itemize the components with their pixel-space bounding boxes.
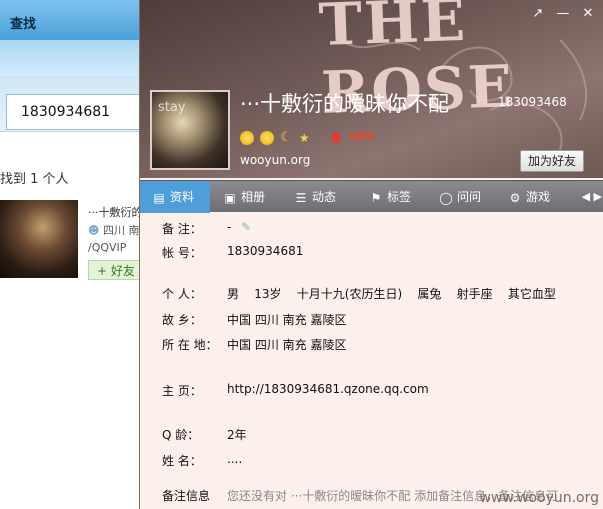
profile-signature: wooyun.org: [240, 153, 311, 167]
remark-text: -: [227, 220, 232, 234]
tab-label: 问问: [457, 190, 482, 204]
photo-album-icon: ▣: [224, 191, 236, 205]
avatar-caption: stay: [158, 100, 186, 115]
result-vip: /QQVIP: [88, 241, 127, 254]
tab-album[interactable]: ▣ 相册: [223, 181, 265, 213]
location-value: 中国 四川 南充 嘉陵区: [227, 338, 347, 352]
tab-label: 动态: [312, 190, 337, 204]
tab-feed[interactable]: ☰ 动态: [294, 181, 336, 213]
search-window-title: 查找: [10, 17, 37, 32]
tab-questions[interactable]: ◯ 问问: [439, 181, 481, 213]
user-icon: ☻: [88, 224, 100, 237]
profile-qq-number: 183093468: [498, 95, 567, 109]
profile-details: 备 注： - ✎ 帐 号： 1830934681 个 人： 男 13岁 十月十九…: [140, 212, 603, 509]
result-name[interactable]: ···十敷衍的: [88, 204, 143, 220]
field-label: 备注信息: [162, 489, 211, 503]
profile-nickname: ···十敷衍的暧昧你不配: [240, 92, 450, 116]
qage-value: 2年: [227, 428, 247, 442]
result-avatar[interactable]: [0, 200, 78, 278]
moon-icon: ☾: [280, 129, 293, 145]
profile-avatar[interactable]: stay: [150, 90, 230, 170]
tab-scroll-arrows[interactable]: ◀ ▶: [582, 190, 602, 203]
profile-card-icon: ▤: [153, 191, 165, 205]
field-label: 所 在 地：: [162, 338, 218, 352]
search-window-titlebar: 查找: [0, 0, 140, 40]
profile-tabs: ▤ 资料 ▣ 相册 ☰ 动态 ⚑ 标签 ◯ 问问 ⚙ 游戏 ◀ ▶: [140, 180, 603, 213]
add-friend-small-button[interactable]: + 好友: [88, 260, 144, 280]
level-badges[interactable]: ☾ ★ ● VIP3: [240, 127, 375, 145]
minimize-icon[interactable]: —: [553, 6, 573, 22]
qq-penguin-icon: ●: [330, 130, 342, 145]
search-area: 1830934681: [0, 76, 146, 132]
feed-icon: ☰: [295, 191, 307, 205]
search-input[interactable]: 1830934681: [6, 94, 146, 130]
personal-value: 男 13岁 十月十九(农历生日) 属兔 射手座 其它血型: [227, 287, 556, 301]
tab-profile[interactable]: ▤ 资料: [140, 181, 210, 213]
tab-label: 相册: [241, 190, 266, 204]
add-friend-button[interactable]: 加为好友: [520, 150, 584, 172]
question-icon: ◯: [439, 191, 453, 205]
field-label: 主 页：: [162, 384, 202, 398]
tab-label: 标签: [387, 190, 412, 204]
remark-value[interactable]: - ✎: [227, 220, 251, 234]
watermark: www.wooyun.org: [479, 490, 599, 506]
vip-badge[interactable]: VIP3: [349, 132, 375, 143]
profile-cover: THE ROSE ↗ — ✕ stay ···十敷衍的暧昧你不配 1830934…: [140, 0, 603, 178]
search-window: 查找 1830934681 找到 1 个人 ···十敷衍的 ☻ 四川 南 /QQ…: [0, 0, 146, 509]
field-label: 备 注：: [162, 222, 202, 236]
sun-icon: [240, 130, 254, 145]
realname-value: ....: [227, 452, 243, 466]
result-location: ☻ 四川 南: [88, 222, 139, 238]
tag-icon: ⚑: [370, 191, 382, 205]
result-location-text: 四川 南: [102, 224, 140, 237]
pin-icon[interactable]: ↗: [528, 6, 548, 22]
tab-games[interactable]: ⚙ 游戏: [508, 181, 550, 213]
result-count: 找到 1 个人: [0, 172, 69, 187]
game-icon: ⚙: [509, 191, 521, 205]
search-result-item[interactable]: ···十敷衍的 ☻ 四川 南 /QQVIP + 好友: [0, 196, 144, 286]
profile-window: THE ROSE ↗ — ✕ stay ···十敷衍的暧昧你不配 1830934…: [139, 0, 603, 509]
field-label: 姓 名：: [162, 454, 202, 468]
field-label: 故 乡：: [162, 313, 202, 327]
window-controls: ↗ — ✕: [528, 2, 598, 22]
search-window-band: [0, 40, 140, 76]
tab-label: 资料: [170, 190, 195, 204]
close-icon[interactable]: ✕: [578, 6, 598, 22]
edit-icon[interactable]: ✎: [241, 220, 251, 234]
field-label: 个 人：: [162, 287, 202, 301]
account-value: 1830934681: [227, 244, 304, 258]
field-label: Q 龄：: [162, 428, 200, 442]
sun-icon: [260, 130, 275, 145]
star-icon: ★: [298, 130, 310, 145]
field-label: 帐 号：: [162, 246, 202, 260]
tab-label: 游戏: [526, 190, 551, 204]
hometown-value: 中国 四川 南充 嘉陵区: [227, 313, 347, 327]
homepage-link[interactable]: http://1830934681.qzone.qq.com: [227, 382, 429, 396]
tab-tags[interactable]: ⚑ 标签: [369, 181, 411, 213]
